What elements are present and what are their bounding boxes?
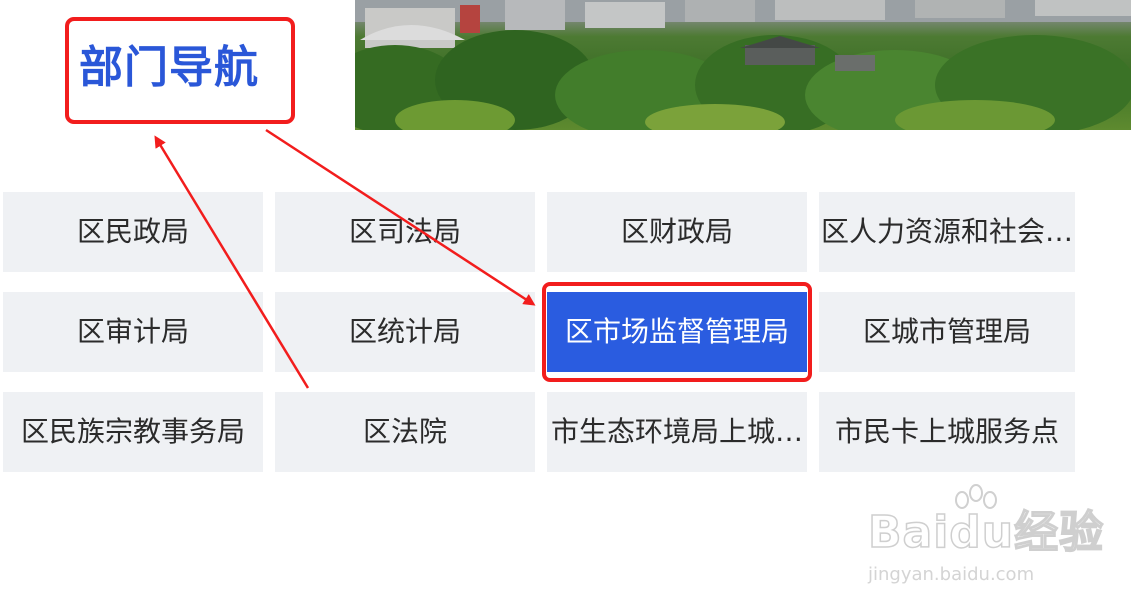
department-button-court[interactable]: 区法院 xyxy=(275,392,535,472)
department-button-citizen-card[interactable]: 市民卡上城服务点 xyxy=(819,392,1075,472)
department-button-urban-management[interactable]: 区城市管理局 xyxy=(819,292,1075,372)
department-button-civil-affairs[interactable]: 区民政局 xyxy=(3,192,263,272)
department-button-statistics[interactable]: 区统计局 xyxy=(275,292,535,372)
baidu-watermark: Baidu经验 jingyan.baidu.com xyxy=(867,484,1104,594)
watermark-url: jingyan.baidu.com xyxy=(868,564,1035,585)
title-annotation-box xyxy=(65,17,295,124)
banner-image xyxy=(355,0,1131,130)
department-button-ecology-environment[interactable]: 市生态环境局上城… xyxy=(547,392,807,472)
department-button-justice[interactable]: 区司法局 xyxy=(275,192,535,272)
section-header: 部门导航 xyxy=(0,0,355,135)
watermark-brand: Baidu经验 xyxy=(867,507,1105,559)
department-button-finance[interactable]: 区财政局 xyxy=(547,192,807,272)
banner-scenery xyxy=(355,0,1131,130)
active-annotation-box xyxy=(542,282,812,382)
department-button-ethnic-religious-affairs[interactable]: 区民族宗教事务局 xyxy=(3,392,263,472)
department-button-human-resources[interactable]: 区人力资源和社会… xyxy=(819,192,1075,272)
department-button-audit[interactable]: 区审计局 xyxy=(3,292,263,372)
